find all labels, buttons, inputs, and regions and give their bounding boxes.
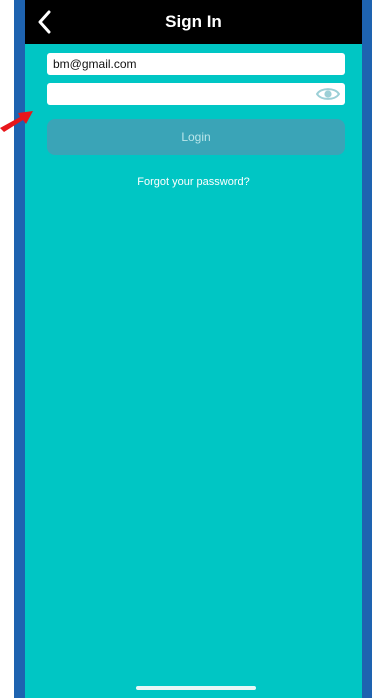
eye-icon: [316, 88, 340, 100]
right-device-edge: [362, 0, 372, 698]
page: Sign In Login Forgot your password?: [0, 0, 372, 698]
back-button[interactable]: [33, 6, 55, 38]
login-button[interactable]: Login: [47, 119, 345, 155]
page-title: Sign In: [165, 12, 222, 31]
red-arrow-annotation: [0, 111, 33, 132]
forgot-password-link[interactable]: Forgot your password?: [25, 176, 362, 188]
home-indicator[interactable]: [136, 686, 256, 690]
password-field[interactable]: [47, 83, 311, 105]
navigation-bar: Sign In: [25, 0, 362, 44]
email-field[interactable]: [47, 53, 345, 75]
show-password-button[interactable]: [315, 84, 341, 104]
password-field-container: [47, 83, 345, 105]
chevron-left-icon: [38, 10, 51, 34]
app-screen: Sign In Login Forgot your password?: [25, 0, 362, 698]
